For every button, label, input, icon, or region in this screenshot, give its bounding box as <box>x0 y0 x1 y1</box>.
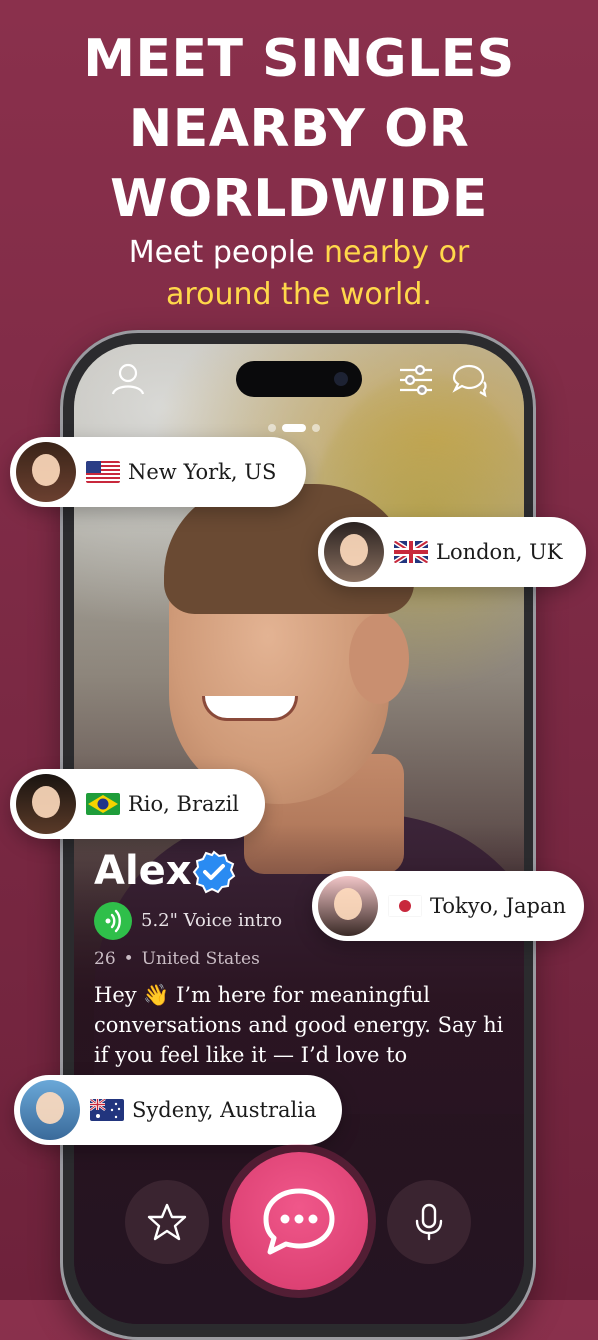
australia-flag-icon <box>90 1099 124 1121</box>
chat-bubbles-icon[interactable] <box>450 362 488 398</box>
subhead-plain: Meet people <box>128 235 325 270</box>
profile-age: 26 <box>94 949 116 969</box>
chat-bubble-icon <box>263 1188 335 1255</box>
verified-badge-icon <box>192 850 236 894</box>
profile-country: United States <box>141 949 260 969</box>
sliders-icon[interactable] <box>398 364 434 396</box>
avatar <box>318 876 378 936</box>
us-flag-icon <box>86 461 120 483</box>
microphone-icon <box>415 1203 443 1241</box>
location-chip-rio: Rio, Brazil <box>10 769 265 839</box>
location-chip-new-york: New York, US <box>10 437 306 507</box>
subheadline: Meet people nearby or around the world. <box>0 232 598 316</box>
sound-wave-icon <box>105 909 121 933</box>
voice-message-button[interactable] <box>387 1180 471 1264</box>
brazil-flag-icon <box>86 793 120 815</box>
subhead-highlight-1: nearby or <box>324 235 470 270</box>
subhead-highlight-2: around the world. <box>166 277 432 312</box>
user-icon[interactable] <box>110 362 146 396</box>
voice-intro-play-button[interactable] <box>94 902 132 940</box>
avatar <box>324 522 384 582</box>
japan-flag-icon <box>388 895 422 917</box>
headline-line-3: WORLDWIDE <box>110 169 488 229</box>
headline-line-2: NEARBY OR <box>128 99 470 159</box>
avatar <box>16 774 76 834</box>
uk-flag-icon <box>394 541 428 563</box>
dynamic-island <box>236 361 362 397</box>
location-label: Tokyo, Japan <box>430 894 567 918</box>
photo-pager <box>268 424 320 432</box>
star-icon <box>147 1203 187 1241</box>
location-label: Rio, Brazil <box>128 792 240 816</box>
headline: MEET SINGLES NEARBY OR WORLDWIDE <box>0 24 598 234</box>
profile-name: Alex <box>94 848 192 894</box>
voice-intro-label: 5.2" Voice intro <box>141 910 283 931</box>
location-label: Sydeny, Australia <box>132 1098 317 1122</box>
location-chip-london: London, UK <box>318 517 586 587</box>
favorite-button[interactable] <box>125 1180 209 1264</box>
profile-bio: Hey 👋 I’m here for meaningful conversati… <box>94 983 504 1097</box>
location-label: New York, US <box>128 460 277 484</box>
avatar <box>20 1080 80 1140</box>
profile-meta: 26 • United States <box>94 949 260 969</box>
location-chip-tokyo: Tokyo, Japan <box>312 871 584 941</box>
avatar <box>16 442 76 502</box>
send-message-button[interactable] <box>230 1152 368 1290</box>
location-label: London, UK <box>436 540 563 564</box>
headline-line-1: MEET SINGLES <box>83 29 515 89</box>
